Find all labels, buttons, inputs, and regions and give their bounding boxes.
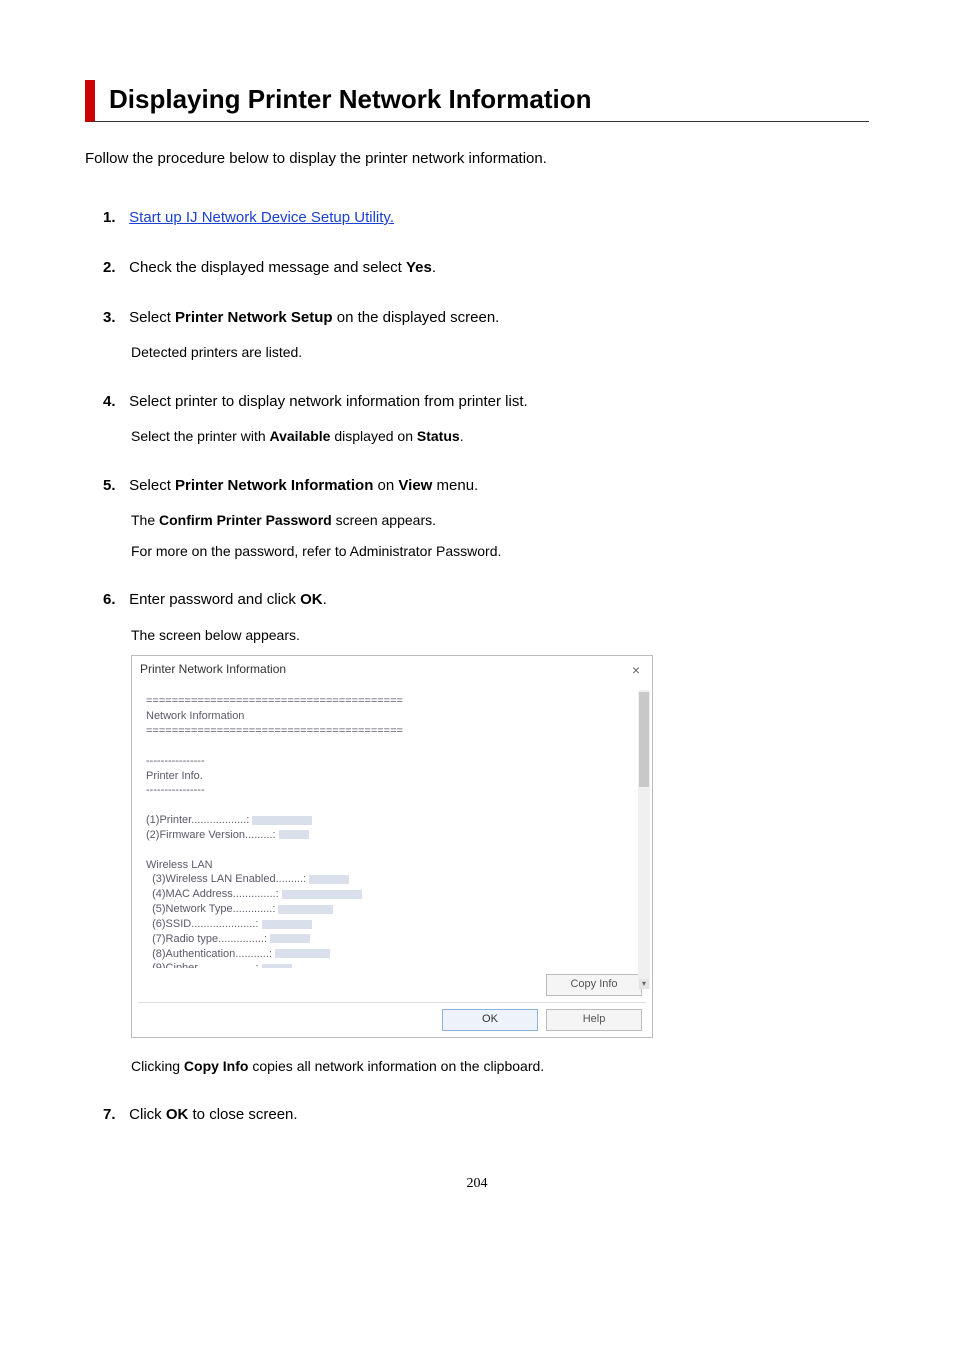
dlg-line: (5)Network Type.............: (146, 903, 275, 915)
step-number: 3. (103, 307, 125, 329)
redacted-value (278, 905, 333, 914)
step-text: Select printer to display network inform… (129, 393, 528, 410)
dlg-line: (7)Radio type...............: (146, 933, 267, 945)
redacted-value (270, 934, 310, 943)
step-sub-text: Clicking (131, 1058, 184, 1074)
step-sub-text: screen appears. (332, 512, 436, 528)
dlg-line: Printer Info. (146, 770, 203, 782)
step-text: Enter password and click (129, 591, 300, 608)
step-text: . (432, 259, 436, 276)
close-icon[interactable]: × (628, 660, 644, 680)
redacted-value (279, 830, 309, 839)
scrollbar-thumb[interactable] (639, 692, 649, 787)
dialog-title: Printer Network Information (140, 661, 286, 678)
step-sub-bold: Status (417, 428, 460, 444)
step-bold: View (398, 477, 432, 494)
chevron-down-icon[interactable]: ▾ (639, 979, 649, 989)
dlg-line: Network Information (146, 710, 244, 722)
dlg-line: ======================================== (146, 725, 403, 737)
step-5: 5. Select Printer Network Information on… (103, 475, 869, 561)
page-number: 204 (85, 1176, 869, 1192)
dlg-line: (3)Wireless LAN Enabled.........: (146, 873, 306, 885)
step-sub-text: displayed on (330, 428, 416, 444)
step-number: 5. (103, 475, 125, 497)
step-text: . (323, 591, 327, 608)
dialog-titlebar: Printer Network Information × (132, 656, 652, 684)
step-number: 4. (103, 391, 125, 413)
redacted-value (252, 816, 312, 825)
step-sub-text: copies all network information on the cl… (248, 1058, 544, 1074)
redacted-value (309, 875, 349, 884)
step-sub: Detected printers are listed. (131, 342, 869, 362)
dlg-line: ======================================== (146, 695, 403, 707)
step-sub-text: . (460, 428, 464, 444)
dlg-line: (1)Printer..................: (146, 814, 249, 826)
intro-text: Follow the procedure below to display th… (85, 150, 869, 167)
step-sub-text: The (131, 512, 159, 528)
step-sub-bold: Copy Info (184, 1058, 249, 1074)
redacted-value (275, 949, 330, 958)
step-bold: OK (166, 1106, 189, 1123)
step-sub-bold: Available (270, 428, 331, 444)
redacted-value (262, 964, 292, 968)
step-2: 2. Check the displayed message and selec… (103, 257, 869, 279)
step-number: 2. (103, 257, 125, 279)
step-1: 1. Start up IJ Network Device Setup Util… (103, 207, 869, 229)
start-utility-link[interactable]: Start up IJ Network Device Setup Utility… (129, 209, 394, 226)
step-number: 7. (103, 1104, 125, 1126)
step-sub: The Confirm Printer Password screen appe… (131, 510, 869, 530)
dlg-line: (4)MAC Address..............: (146, 888, 279, 900)
ok-button[interactable]: OK (442, 1009, 538, 1031)
step-text: menu. (432, 477, 478, 494)
page-title-bar: Displaying Printer Network Information (85, 80, 869, 122)
copy-info-button[interactable]: Copy Info (546, 974, 642, 996)
step-4: 4. Select printer to display network inf… (103, 391, 869, 447)
dialog-scrollbar[interactable]: ▾ (638, 690, 650, 989)
redacted-value (262, 920, 312, 929)
dlg-line: ---------------- (146, 784, 205, 796)
dlg-line: (2)Firmware Version.........: (146, 829, 276, 841)
dlg-line: (6)SSID.....................: (146, 918, 258, 930)
step-number: 6. (103, 589, 125, 611)
step-3: 3. Select Printer Network Setup on the d… (103, 307, 869, 363)
step-text: Select (129, 309, 175, 326)
page-title: Displaying Printer Network Information (109, 84, 869, 115)
step-text: on (373, 477, 398, 494)
printer-network-info-dialog: Printer Network Information × ==========… (131, 655, 653, 1038)
redacted-value (282, 890, 362, 899)
step-bold: OK (300, 591, 323, 608)
step-sub: For more on the password, refer to Admin… (131, 541, 869, 561)
step-text: Click (129, 1106, 166, 1123)
step-6: 6. Enter password and click OK. The scre… (103, 589, 869, 1077)
dlg-line: (9)Cipher...................: (146, 962, 258, 968)
step-bold: Printer Network Information (175, 477, 373, 494)
dialog-textarea[interactable]: ========================================… (132, 690, 652, 968)
step-sub-text: Select the printer with (131, 428, 270, 444)
step-text: Select (129, 477, 175, 494)
step-7: 7. Click OK to close screen. (103, 1104, 869, 1126)
dlg-line: ---------------- (146, 755, 205, 767)
step-bold: Printer Network Setup (175, 309, 333, 326)
step-text: on the displayed screen. (333, 309, 500, 326)
step-bold: Yes (406, 259, 432, 276)
step-text: to close screen. (188, 1106, 297, 1123)
step-text: Check the displayed message and select (129, 259, 406, 276)
step-number: 1. (103, 207, 125, 229)
help-button[interactable]: Help (546, 1009, 642, 1031)
dlg-line: (8)Authentication...........: (146, 948, 272, 960)
dlg-line: Wireless LAN (146, 859, 213, 871)
step-sub: Select the printer with Available displa… (131, 426, 869, 446)
step-sub: Clicking Copy Info copies all network in… (131, 1056, 869, 1076)
step-sub: The screen below appears. (131, 625, 869, 645)
step-sub-bold: Confirm Printer Password (159, 512, 332, 528)
steps-list: 1. Start up IJ Network Device Setup Util… (85, 207, 869, 1126)
